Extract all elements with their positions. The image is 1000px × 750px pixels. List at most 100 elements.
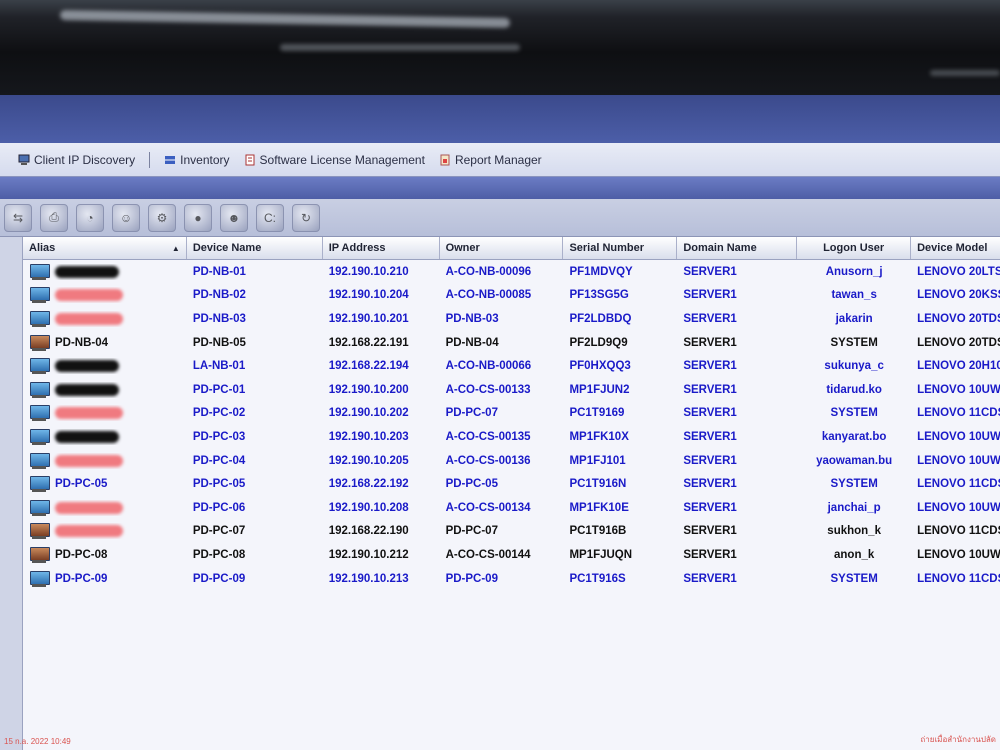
monitor-bezel — [0, 0, 1000, 95]
cell-alias: PD-PC-08 — [23, 546, 187, 563]
report-icon — [439, 154, 451, 166]
printer-icon[interactable]: ⎙ — [40, 203, 68, 232]
menu-client-ip-discovery[interactable]: Client IP Discovery — [18, 153, 135, 167]
cell-owner: PD-PC-07 — [445, 525, 498, 538]
cell-alias — [23, 263, 187, 280]
table-row[interactable]: PD-NB-03 192.190.10.201 PD-NB-03 PF2LDBDQ SE… — [23, 307, 1000, 331]
cell-alias — [23, 428, 187, 445]
table-row[interactable]: PD-PC-02 192.190.10.202 PD-PC-07 PC1T9169 SE… — [23, 402, 1000, 426]
cell-serial-number: PC1T916S — [569, 572, 626, 585]
cell-device-model: LENOVO 10UW00 — [917, 501, 1000, 514]
cell-domain-name: SERVER1 — [683, 525, 737, 538]
alias-text: PD-PC-09 — [55, 572, 108, 585]
table-row[interactable]: PD-NB-04 PD-NB-05 192.168.22.191 PD-NB-04 PF… — [23, 331, 1000, 355]
table-row[interactable]: PD-PC-01 192.190.10.200 A-CO-CS-00133 MP1FJ… — [23, 378, 1000, 402]
redaction-mark — [55, 312, 123, 325]
computer-icon — [29, 428, 50, 445]
table-row[interactable]: PD-PC-08 PD-PC-08 192.190.10.212 A-CO-CS-00… — [23, 543, 1000, 567]
cell-owner: PD-NB-04 — [445, 336, 499, 349]
computer-icon — [29, 570, 50, 587]
table-row[interactable]: PD-NB-01 192.190.10.210 A-CO-NB-00096 PF1MD… — [23, 260, 1000, 284]
table-row[interactable]: PD-PC-04 192.190.10.205 A-CO-CS-00136 MP1FJ… — [23, 449, 1000, 473]
cell-device-model: LENOVO 20H10 — [917, 360, 1000, 373]
cell-ip-address: 192.168.22.192 — [328, 478, 409, 491]
cell-device-name: PD-NB-05 — [192, 336, 246, 349]
cell-serial-number: MP1FJUN2 — [569, 383, 630, 396]
cell-serial-number: PF2LDBDQ — [569, 312, 632, 325]
cell-ip-address: 192.190.10.203 — [328, 430, 409, 443]
users-icon[interactable]: ☺ — [112, 203, 140, 232]
cell-serial-number: PF0HXQQ3 — [569, 360, 631, 373]
left-panel — [0, 237, 22, 750]
table-row[interactable]: PD-PC-09 PD-PC-09 192.190.10.213 PD-PC-09 PC… — [23, 567, 1000, 591]
column-header-device-name[interactable]: Device Name — [187, 237, 323, 259]
cell-owner: PD-PC-07 — [445, 407, 498, 420]
column-header-device-model[interactable]: Device Model — [911, 237, 1000, 259]
table-row[interactable]: PD-PC-06 192.190.10.208 A-CO-CS-00134 MP1FK… — [23, 496, 1000, 520]
table-row[interactable]: PD-PC-07 192.168.22.190 PD-PC-07 PC1T916B SE… — [23, 520, 1000, 544]
table-row[interactable]: PD-NB-02 192.190.10.204 A-CO-NB-00085 PF13S… — [23, 284, 1000, 308]
redaction-mark — [55, 430, 119, 443]
cell-serial-number: MP1FK10X — [569, 430, 629, 443]
cell-alias: PD-PC-09 — [23, 570, 187, 587]
menu-report-manager[interactable]: Report Manager — [439, 153, 542, 167]
cell-owner: A-CO-NB-00066 — [445, 360, 532, 373]
table-row[interactable]: PD-PC-03 192.190.10.203 A-CO-CS-00135 MP1FK… — [23, 425, 1000, 449]
cell-device-model: LENOVO 11CDS05 — [917, 525, 1000, 538]
menu-software-license-management[interactable]: Software License Management — [244, 153, 425, 167]
cell-owner: A-CO-CS-00134 — [445, 501, 531, 514]
cell-alias — [23, 287, 187, 304]
cell-logon-user: Anusorn_j — [825, 265, 883, 278]
cell-serial-number: PF13SG5G — [569, 289, 629, 302]
title-bar — [0, 95, 1000, 143]
console-icon[interactable]: C: — [256, 203, 284, 232]
table-row[interactable]: PD-PC-05 PD-PC-05 192.168.22.192 PD-PC-05 PC… — [23, 472, 1000, 496]
computer-icon — [29, 381, 50, 398]
cell-alias — [23, 499, 187, 516]
cell-domain-name: SERVER1 — [683, 289, 737, 302]
column-header-logon-user[interactable]: Logon User — [797, 237, 912, 259]
ribbon-strip — [0, 177, 1000, 199]
network-icon[interactable]: ⇆ — [4, 203, 32, 232]
cell-logon-user: anon_k — [834, 548, 875, 561]
table-row[interactable]: LA-NB-01 192.168.22.194 A-CO-NB-00066 PF0HX… — [23, 354, 1000, 378]
cell-serial-number: PF1MDVQY — [569, 265, 633, 278]
cell-device-name: PD-PC-06 — [192, 501, 246, 514]
timestamp-overlay: 15 n.a. 2022 10:49 — [4, 737, 71, 746]
cell-domain-name: SERVER1 — [683, 572, 737, 585]
computer-icon — [29, 405, 50, 422]
cell-domain-name: SERVER1 — [683, 336, 737, 349]
redaction-mark — [55, 360, 119, 373]
caption-overlay: ถ่ายเมื่อสำนักงานปลัด — [920, 735, 996, 744]
redaction-mark — [55, 525, 123, 538]
cell-device-model: LENOVO 11CDS05 — [917, 572, 1000, 585]
cell-device-model: LENOVO 10UW00 — [917, 454, 1000, 467]
refresh-icon[interactable]: ↻ — [292, 203, 320, 232]
cell-owner: A-CO-CS-00135 — [445, 430, 531, 443]
column-header-owner[interactable]: Owner — [440, 237, 564, 259]
cell-ip-address: 192.190.10.213 — [328, 572, 409, 585]
cell-alias: PD-NB-04 — [23, 334, 187, 351]
remote-icon[interactable]: ◔ — [76, 203, 104, 232]
toolbar: ⇆ ⎙ ◔ ☺ ⚙ ● ☻ C: ↻ — [0, 199, 1000, 237]
app-window: Client IP Discovery Inventory Software L… — [0, 95, 1000, 750]
cell-ip-address: 192.190.10.202 — [328, 407, 409, 420]
cell-alias: PD-PC-05 — [23, 476, 187, 493]
cell-logon-user: tawan_s — [831, 289, 877, 302]
cell-serial-number: MP1FJ101 — [569, 454, 626, 467]
device-table: Alias ▲ Device Name IP Address Owner Seri… — [22, 237, 1000, 750]
settings-icon[interactable]: ⚙ — [148, 203, 176, 232]
column-header-domain-name[interactable]: Domain Name — [677, 237, 798, 259]
cell-domain-name: SERVER1 — [683, 265, 737, 278]
column-header-alias[interactable]: Alias ▲ — [23, 237, 187, 259]
cell-owner: A-CO-NB-00085 — [445, 289, 532, 302]
column-header-ip-address[interactable]: IP Address — [323, 237, 440, 259]
people-icon[interactable]: ☻ — [220, 203, 248, 232]
cell-device-model: LENOVO 11CDS0 — [917, 407, 1000, 420]
menu-inventory[interactable]: Inventory — [164, 153, 230, 167]
cell-owner: A-CO-NB-00096 — [445, 265, 532, 278]
cell-logon-user: yaowaman.bu — [816, 454, 893, 467]
column-header-serial-number[interactable]: Serial Number — [563, 237, 678, 259]
globe-icon[interactable]: ● — [184, 203, 212, 232]
cell-alias — [23, 358, 187, 375]
